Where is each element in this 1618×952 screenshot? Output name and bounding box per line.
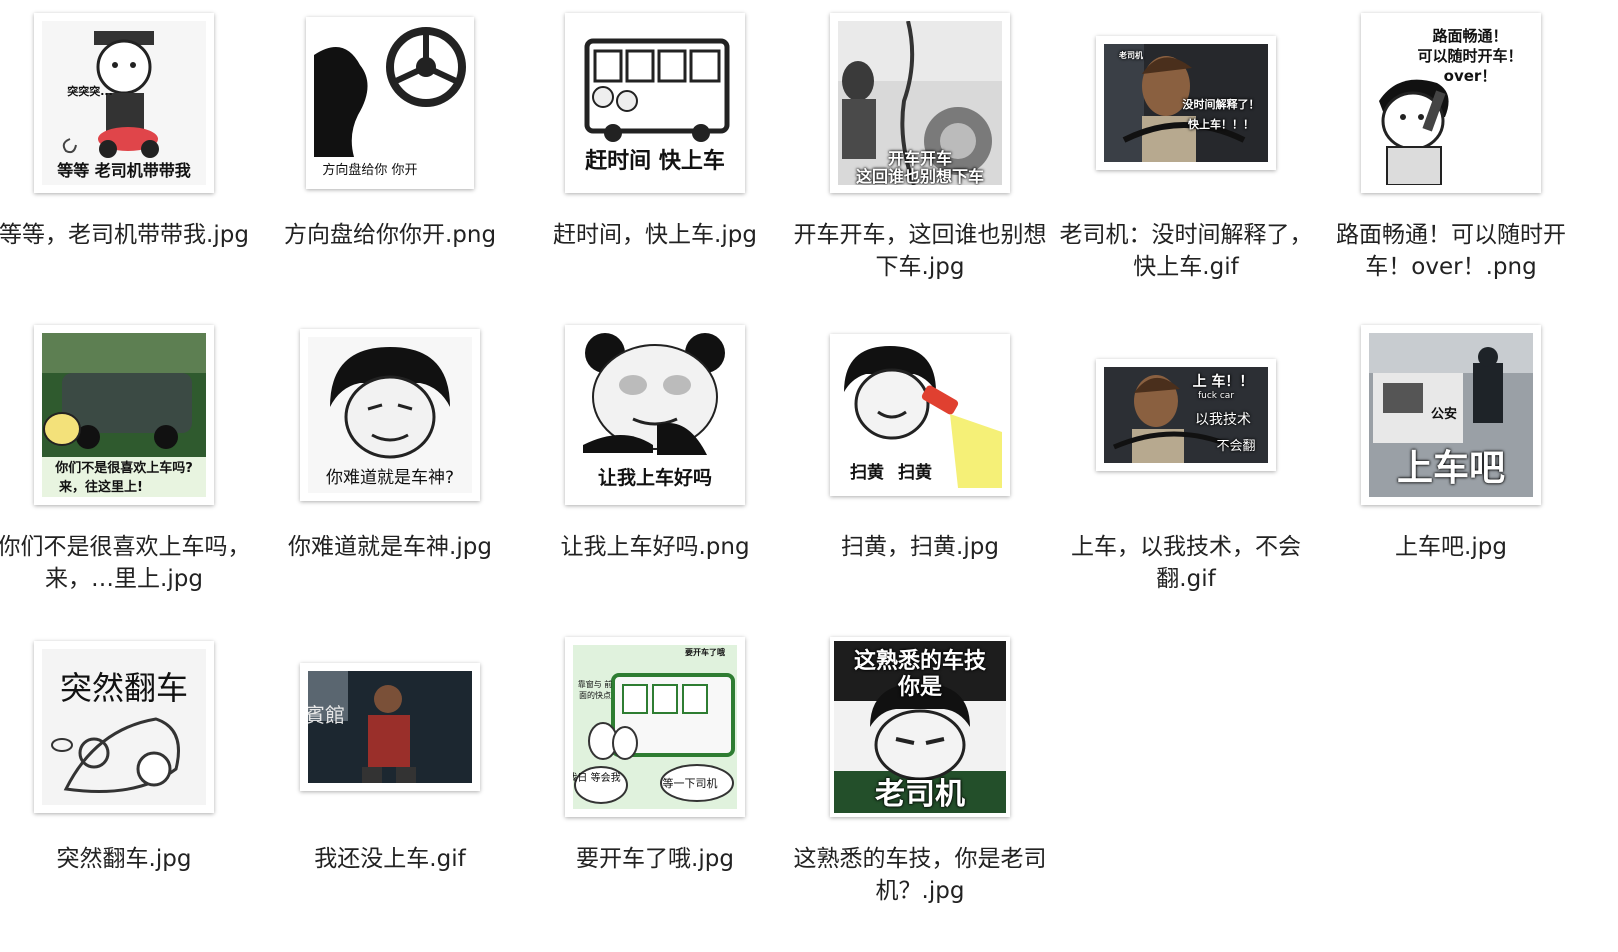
meme-thumbnail-icon[interactable]: 你难道就是车神? (300, 329, 480, 501)
meme-caption: 等一下司机 (662, 777, 718, 790)
thumbnail-area: 方向盘给你 你开 (253, 8, 527, 198)
file-item[interactable]: 这熟悉的车技 你是 老司机 这熟悉的车技，你是老司机？.jpg (783, 624, 1057, 924)
meme-caption: 扫黄 (898, 463, 932, 483)
thumbnail-area: 扫黄 扫黄 (783, 320, 1057, 510)
file-name-label[interactable]: 路面畅通！可以随时开车！over！.png (1324, 219, 1578, 283)
file-item[interactable]: 公安 上车吧 上车吧.jpg (1314, 312, 1588, 612)
file-item[interactable]: 突然翻车 突然翻车.jpg (0, 624, 261, 924)
thumbnail-area: 赶时间 快上车 (518, 8, 792, 198)
meme-thumbnail-icon[interactable]: 扫黄 扫黄 (830, 334, 1010, 496)
meme-caption: fuck car (1197, 391, 1235, 401)
thumbnail-area: 你们不是很喜欢上车吗? 来，往这里上! (0, 320, 261, 510)
meme-caption: 以我技术 (1195, 412, 1251, 428)
file-grid: 突突突... 等等 老司机带带我 等等，老司机带带我.jpg 方向盘给你 你开 … (0, 0, 1618, 952)
meme-caption: 没时间解释了！ (1182, 98, 1260, 111)
meme-caption: 突然翻车 (59, 669, 188, 707)
meme-thumbnail-icon[interactable]: 上 车！！ fuck car 以我技术 不会翻 (1096, 359, 1276, 471)
meme-caption: 要开车了哦 (685, 648, 725, 657)
steering-wheel-icon (314, 25, 466, 181)
meme-caption: 等等 老司机带带我 (57, 161, 191, 180)
meme-thumbnail-icon[interactable]: 賓館 (300, 663, 480, 791)
meme-caption: 快上车！！！ (1188, 118, 1254, 131)
thumbnail-area: 老司机 没时间解释了！ 快上车！！！ (1049, 8, 1323, 198)
meme-thumbnail-icon[interactable]: 要开车了哦 靠窗与 前面的快点 我日 等会我 等一下司机 (565, 637, 745, 817)
meme-thumbnail-icon[interactable]: 老司机 没时间解释了！ 快上车！！！ (1096, 36, 1276, 170)
file-item[interactable]: 方向盘给你 你开 方向盘给你你开.png (253, 0, 527, 300)
meme-thumbnail-icon[interactable]: 开车开车 这回谁也别想下车 (830, 13, 1010, 193)
thumbnail-area: 路面畅通！ 可以随时开车！ over！ (1314, 8, 1588, 198)
meme-thumbnail-icon[interactable]: 赶时间 快上车 (565, 13, 745, 193)
file-name-label[interactable]: 你们不是很喜欢上车吗，来，…里上.jpg (0, 531, 251, 595)
file-item[interactable]: 路面畅通！ 可以随时开车！ over！ 路面畅通！可以随时开车！over！.pn… (1314, 0, 1588, 300)
meme-caption: 方向盘给你 你开 (322, 163, 418, 178)
file-name-label[interactable]: 突然翻车.jpg (0, 843, 251, 875)
meme-caption: 上车吧 (1396, 448, 1505, 489)
file-name-label[interactable]: 上车吧.jpg (1324, 531, 1578, 563)
meme-caption: 你难道就是车神? (325, 468, 455, 488)
meme-thumbnail-icon[interactable]: 突然翻车 (34, 641, 214, 813)
meme-thumbnail-icon[interactable]: 公安 上车吧 (1361, 325, 1541, 505)
file-item[interactable]: 要开车了哦 靠窗与 前面的快点 我日 等会我 等一下司机 要开车了哦.jpg (518, 624, 792, 924)
file-name-label[interactable]: 这熟悉的车技，你是老司机？.jpg (793, 843, 1047, 907)
thumbnail-area: 賓館 (253, 632, 527, 822)
meme-caption: 老司机 (875, 777, 965, 812)
file-name-label[interactable]: 方向盘给你你开.png (263, 219, 517, 251)
file-name-label[interactable]: 等等，老司机带带我.jpg (0, 219, 251, 251)
meme-caption: 可以随时开车！ (1417, 47, 1523, 65)
meme-thumbnail-icon[interactable]: 突突突... 等等 老司机带带我 (34, 13, 214, 193)
thumbnail-area: 开车开车 这回谁也别想下车 (783, 8, 1057, 198)
meme-caption: 賓館 (308, 703, 345, 727)
thumbnail-area: 让我上车好吗 (518, 320, 792, 510)
meme-thumbnail-icon[interactable]: 路面畅通！ 可以随时开车！ over！ (1361, 13, 1541, 193)
meme-caption: 赶时间 快上车 (585, 149, 725, 174)
file-item[interactable]: 你们不是很喜欢上车吗? 来，往这里上! 你们不是很喜欢上车吗，来，…里上.jpg (0, 312, 261, 612)
thumbnail-area: 突然翻车 (0, 632, 261, 822)
meme-caption: 靠窗与 前面的快点 (577, 680, 613, 700)
thumbnail-area: 你难道就是车神? (253, 320, 527, 510)
thumbnail-area: 公安 上车吧 (1314, 320, 1588, 510)
meme-caption: 你是 (897, 675, 942, 700)
meme-thumbnail-icon[interactable]: 方向盘给你 你开 (306, 17, 474, 189)
meme-caption: 老司机 (1119, 51, 1143, 60)
file-name-label[interactable]: 你难道就是车神.jpg (263, 531, 517, 563)
file-name-label[interactable]: 要开车了哦.jpg (528, 843, 782, 875)
file-item[interactable]: 扫黄 扫黄 扫黄，扫黄.jpg (783, 312, 1057, 612)
meme-caption: 突突突... (67, 85, 113, 98)
file-name-label[interactable]: 让我上车好吗.png (528, 531, 782, 563)
file-name-label[interactable]: 老司机：没时间解释了，快上车.gif (1059, 219, 1313, 283)
meme-caption: over！ (1443, 67, 1497, 85)
meme-caption: 上 车！！ (1192, 374, 1254, 390)
meme-caption: 不会翻 (1216, 439, 1256, 454)
thumbnail-area: 上 车！！ fuck car 以我技术 不会翻 (1049, 320, 1323, 510)
meme-thumbnail-icon[interactable]: 让我上车好吗 (565, 325, 745, 505)
file-item[interactable]: 赶时间 快上车 赶时间，快上车.jpg (518, 0, 792, 300)
meme-caption: 路面畅通！ (1432, 27, 1508, 45)
meme-caption: 公安 (1430, 407, 1457, 422)
meme-caption: 你们不是很喜欢上车吗? (55, 461, 193, 476)
file-name-label[interactable]: 扫黄，扫黄.jpg (793, 531, 1047, 563)
file-name-label[interactable]: 我还没上车.gif (263, 843, 517, 875)
file-item[interactable]: 突突突... 等等 老司机带带我 等等，老司机带带我.jpg (0, 0, 261, 300)
file-name-label[interactable]: 开车开车，这回谁也别想下车.jpg (793, 219, 1047, 283)
thumbnail-area: 突突突... 等等 老司机带带我 (0, 8, 261, 198)
meme-caption: 让我上车好吗 (597, 467, 712, 489)
thumbnail-area: 要开车了哦 靠窗与 前面的快点 我日 等会我 等一下司机 (518, 632, 792, 822)
thumbnail-area: 这熟悉的车技 你是 老司机 (783, 632, 1057, 822)
file-name-label[interactable]: 赶时间，快上车.jpg (528, 219, 782, 251)
meme-caption: 这回谁也别想下车 (855, 167, 984, 185)
file-item[interactable]: 开车开车 这回谁也别想下车 开车开车，这回谁也别想下车.jpg (783, 0, 1057, 300)
file-item[interactable]: 让我上车好吗 让我上车好吗.png (518, 312, 792, 612)
file-name-label[interactable]: 上车，以我技术，不会翻.gif (1059, 531, 1313, 595)
meme-thumbnail-icon[interactable]: 你们不是很喜欢上车吗? 来，往这里上! (34, 325, 214, 505)
file-item[interactable]: 上 车！！ fuck car 以我技术 不会翻 上车，以我技术，不会翻.gif (1049, 312, 1323, 612)
file-item[interactable]: 賓館 我还没上车.gif (253, 624, 527, 924)
file-item[interactable]: 老司机 没时间解释了！ 快上车！！！ 老司机：没时间解释了，快上车.gif (1049, 0, 1323, 300)
meme-thumbnail-icon[interactable]: 这熟悉的车技 你是 老司机 (830, 637, 1010, 817)
meme-caption: 来，往这里上! (59, 480, 143, 495)
file-item[interactable]: 你难道就是车神? 你难道就是车神.jpg (253, 312, 527, 612)
